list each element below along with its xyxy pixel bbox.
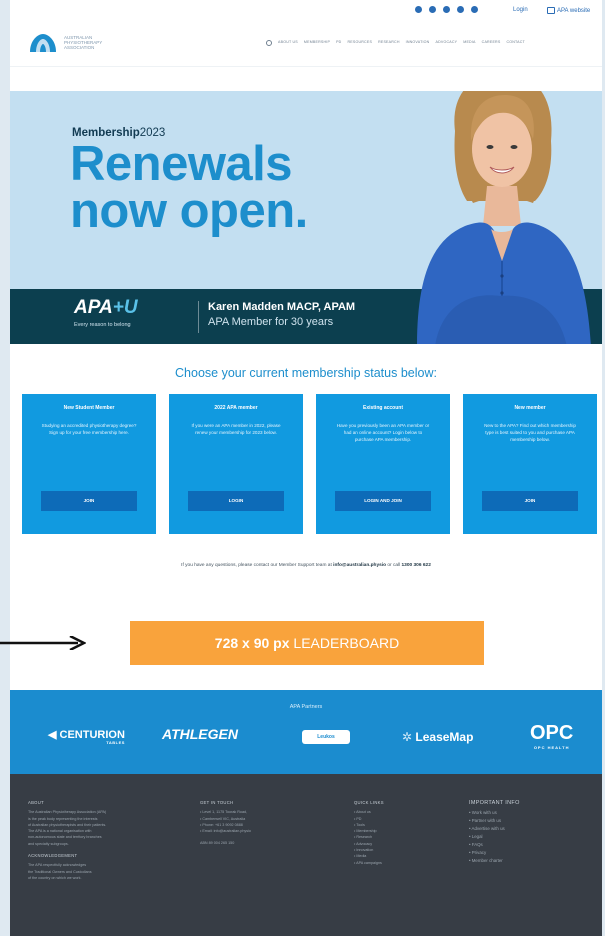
footer-link[interactable]: • APA campaigns <box>354 860 384 866</box>
nav-item-careers[interactable]: CAREERS <box>482 40 501 46</box>
footer-heading: ABOUT <box>28 800 44 805</box>
member-name: Karen Madden MACP, APAM <box>208 301 356 313</box>
login-and-join-button[interactable]: LOGIN AND JOIN <box>335 491 431 511</box>
footer-email[interactable]: • Email: info@australian.physio <box>200 828 251 834</box>
card-new-member: New member New to the APA? Find out whic… <box>463 394 597 534</box>
membership-cards: New Student Member Studying an accredite… <box>22 394 597 534</box>
nav-item-contact[interactable]: CONTACT <box>506 40 525 46</box>
leasemap-logo[interactable]: ✲ LeaseMap <box>402 730 473 744</box>
card-description: If you were an APA member in 2022, pleas… <box>191 423 281 435</box>
nav-item-pd[interactable]: PD <box>336 40 341 46</box>
linkedin-icon[interactable] <box>443 6 450 13</box>
main-nav: ABOUT US MEMBERSHIP PD RESOURCES RESEARC… <box>266 40 525 46</box>
nav-item-research[interactable]: RESEARCH <box>378 40 400 46</box>
band-divider <box>198 301 199 333</box>
card-title: 2022 APA member <box>214 405 258 411</box>
join-button[interactable]: JOIN <box>482 491 578 511</box>
card-title: New Student Member <box>63 405 115 411</box>
nav-item-media[interactable]: MEDIA <box>463 40 475 46</box>
footer-link[interactable]: • Privacy <box>469 849 520 857</box>
opc-health-logo[interactable]: OPC OPC HEALTH <box>530 722 573 750</box>
search-icon[interactable] <box>266 40 272 46</box>
leaderboard-ad[interactable]: 728 x 90 px LEADERBOARD <box>130 621 484 665</box>
status-heading: Choose your current membership status be… <box>175 366 437 380</box>
apa-logo[interactable] <box>28 32 58 54</box>
site-header: AUSTRALIAN PHYSIOTHERAPY ASSOCIATION ABO… <box>10 24 602 67</box>
hero-banner[interactable]: Membership2023 Renewals now open. APA+U … <box>10 91 602 344</box>
right-arrow-icon <box>0 636 86 650</box>
member-portrait-image <box>417 91 591 344</box>
footer-heading: QUICK LINKS <box>354 800 384 805</box>
nav-item-membership[interactable]: MEMBERSHIP <box>304 40 330 46</box>
footer-col-important-info: IMPORTANT INFO • Work with us • Partner … <box>469 800 520 865</box>
login-link[interactable]: Login <box>513 7 528 13</box>
facebook-icon[interactable] <box>415 6 422 13</box>
footer-col-quick-links: QUICK LINKS • About us • PD • Tools • Me… <box>354 800 384 866</box>
centurion-logo[interactable]: ◀ CENTURION TABLES <box>48 728 125 745</box>
footer-link[interactable]: • Member charter <box>469 857 520 865</box>
partners-section: APA Partners ◀ CENTURION TABLES ATHLEGEN… <box>10 690 602 774</box>
centurion-mark-icon: ◀ <box>48 729 60 741</box>
apa-plus-u-logo: APA+U <box>74 297 138 318</box>
twitter-icon[interactable] <box>429 6 436 13</box>
footer-link[interactable]: • Work with us <box>469 809 520 817</box>
card-description: New to the APA? Find out which membershi… <box>484 423 576 442</box>
card-title: Existing account <box>362 405 403 411</box>
card-description: Have you previously been an APA member o… <box>336 423 430 442</box>
footer-heading: ACKNOWLEDGEMENT <box>28 853 78 859</box>
logo-text: AUSTRALIAN PHYSIOTHERAPY ASSOCIATION <box>64 35 103 50</box>
footer-link[interactable]: • Legal <box>469 833 520 841</box>
hero-headline: Renewals now open. <box>70 137 308 238</box>
footer-col-about: ABOUT The Australian Physiotherapy Assoc… <box>28 800 107 880</box>
support-phone-link[interactable]: 1300 306 622 <box>402 563 431 568</box>
youtube-icon[interactable] <box>471 6 478 13</box>
support-contact-text: If you have any questions, please contac… <box>181 563 431 568</box>
chat-icon <box>547 7 555 14</box>
footer-link[interactable]: • Partner with us <box>469 817 520 825</box>
footer-heading: GET IN TOUCH <box>200 800 234 805</box>
social-links <box>415 6 478 13</box>
card-new-student: New Student Member Studying an accredite… <box>22 394 156 534</box>
brand-tagline: Every reason to belong <box>74 322 131 328</box>
athlegen-logo[interactable]: ATHLEGEN <box>162 726 238 742</box>
footer-link[interactable]: • Advertise with us <box>469 825 520 833</box>
member-years: APA Member for 30 years <box>208 316 334 328</box>
card-existing-account: Existing account Have you previously bee… <box>316 394 450 534</box>
support-email-link[interactable]: info@australian.physio <box>333 563 386 568</box>
apa-website-link[interactable]: APA website <box>547 7 590 14</box>
card-2022-member: 2022 APA member If you were an APA membe… <box>169 394 303 534</box>
snowflake-icon: ✲ <box>402 730 416 744</box>
nav-item-innovation[interactable]: INNOVATION <box>406 40 430 46</box>
card-description: Studying an accredited physiotherapy deg… <box>41 423 137 435</box>
site-footer: ABOUT The Australian Physiotherapy Assoc… <box>10 774 602 936</box>
instagram-icon[interactable] <box>457 6 464 13</box>
leukos-logo[interactable]: Leukos <box>302 730 350 744</box>
footer-col-contact: GET IN TOUCH • Level 1, 1175 Toorak Road… <box>200 800 251 846</box>
utility-bar: Login APA website <box>10 0 602 24</box>
card-title: New member <box>514 405 546 411</box>
nav-item-advocacy[interactable]: ADVOCACY <box>435 40 457 46</box>
nav-item-resources[interactable]: RESOURCES <box>347 40 372 46</box>
page: Login APA website AUSTRALIAN PHYSIOTHERA… <box>10 0 602 936</box>
login-button[interactable]: LOGIN <box>188 491 284 511</box>
partners-title: APA Partners <box>289 704 323 710</box>
nav-item-about[interactable]: ABOUT US <box>278 40 298 46</box>
join-button[interactable]: JOIN <box>41 491 137 511</box>
footer-link[interactable]: • FAQs <box>469 841 520 849</box>
footer-heading: IMPORTANT INFO <box>469 800 520 806</box>
